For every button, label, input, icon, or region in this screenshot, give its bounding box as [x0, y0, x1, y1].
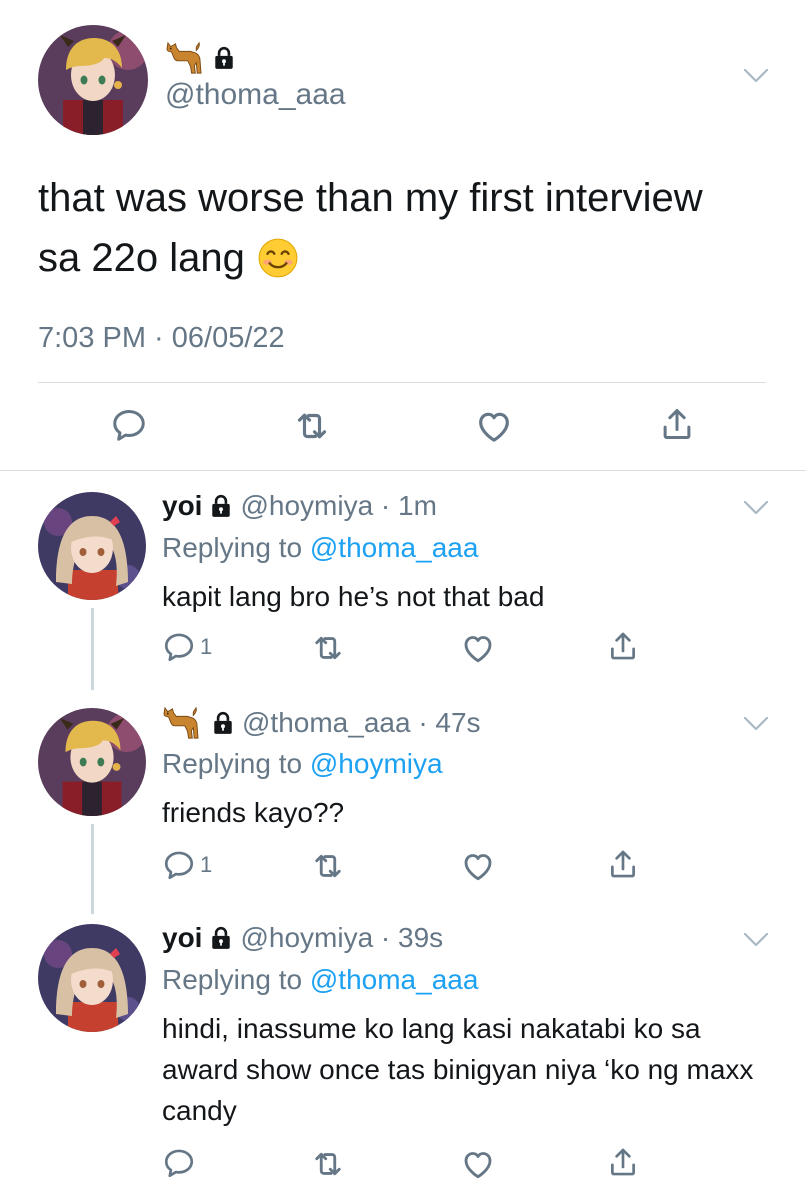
- replying-to-label: Replying to: [162, 964, 310, 995]
- dog-icon[interactable]: [162, 706, 200, 740]
- chevron-down-icon[interactable]: [743, 500, 769, 516]
- replying-to: Replying to @hoymiya: [162, 748, 443, 780]
- mention-link[interactable]: @hoymiya: [310, 748, 443, 779]
- reply-icon: [110, 406, 148, 444]
- reply-header: @thoma_aaa · 47s: [162, 706, 481, 740]
- retweet-icon: [310, 630, 346, 666]
- reply-button[interactable]: 1: [162, 848, 212, 882]
- retweet-icon: [292, 406, 332, 446]
- share-button[interactable]: [606, 846, 640, 882]
- avatar[interactable]: [38, 708, 146, 816]
- tweet-text-line: that was worse than my first interview: [38, 176, 703, 220]
- reply-header: yoi @hoymiya · 39s: [162, 922, 443, 954]
- retweet-button[interactable]: [292, 406, 332, 446]
- dog-icon: [165, 41, 203, 75]
- reply-tweet: yoi @hoymiya · 1m Replying to @thoma_aaa…: [0, 470, 806, 690]
- tweet-text: hindi, inassume ko lang kasi nakatabi ko…: [162, 1013, 754, 1126]
- retweet-button[interactable]: [310, 1146, 346, 1182]
- replying-to: Replying to @thoma_aaa: [162, 964, 478, 996]
- avatar-image: [38, 25, 148, 135]
- display-name[interactable]: yoi: [162, 922, 202, 954]
- reply-count: 1: [200, 634, 213, 659]
- like-button[interactable]: [460, 1146, 496, 1182]
- tweet-actions: [0, 400, 806, 454]
- share-icon: [606, 628, 640, 664]
- share-icon: [658, 404, 696, 444]
- like-button[interactable]: [474, 406, 514, 446]
- main-tweet: @thoma_aaa that was worse than my first …: [0, 0, 806, 470]
- replying-to-label: Replying to: [162, 748, 310, 779]
- chevron-down-icon[interactable]: [743, 68, 769, 84]
- smiling-face-icon: [257, 237, 299, 279]
- share-icon: [606, 846, 640, 882]
- avatar[interactable]: [38, 492, 146, 600]
- display-name[interactable]: yoi: [162, 490, 202, 522]
- reply-tweet: yoi @hoymiya · 39s Replying to @thoma_aa…: [0, 910, 806, 1200]
- reply-icon: [162, 1146, 196, 1180]
- lock-icon: [213, 46, 235, 70]
- divider: [38, 382, 766, 383]
- mention-link[interactable]: @thoma_aaa: [310, 532, 479, 563]
- share-button[interactable]: [658, 404, 696, 444]
- retweet-icon: [310, 1146, 346, 1182]
- share-icon: [606, 1144, 640, 1180]
- user-handle[interactable]: @thoma_aaa · 47s: [242, 707, 481, 739]
- tweet-text: friends kayo??: [162, 797, 345, 828]
- heart-icon: [474, 406, 514, 446]
- tweet-text: that was worse than my first interview s…: [38, 168, 778, 288]
- replying-to: Replying to @thoma_aaa: [162, 532, 478, 564]
- chevron-down-icon[interactable]: [743, 716, 769, 732]
- like-button[interactable]: [460, 848, 496, 884]
- lock-icon: [210, 494, 232, 518]
- reply-button[interactable]: [110, 406, 148, 444]
- tweet-text: kapit lang bro he’s not that bad: [162, 581, 545, 612]
- reply-header: yoi @hoymiya · 1m: [162, 490, 437, 522]
- lock-icon: [210, 926, 232, 950]
- reply-button[interactable]: 1: [162, 630, 212, 664]
- mention-link[interactable]: @thoma_aaa: [310, 964, 479, 995]
- thread-line: [91, 824, 94, 914]
- avatar-image: [38, 708, 146, 816]
- reply-icon: [162, 848, 196, 882]
- heart-icon: [460, 630, 496, 666]
- retweet-button[interactable]: [310, 848, 346, 884]
- user-handle[interactable]: @hoymiya · 39s: [240, 922, 443, 954]
- tweet-text-line: sa 22o lang: [38, 236, 245, 280]
- user-handle[interactable]: @hoymiya · 1m: [240, 490, 436, 522]
- replying-to-label: Replying to: [162, 532, 310, 563]
- reply-button[interactable]: [162, 1146, 196, 1180]
- avatar[interactable]: [38, 924, 146, 1032]
- like-button[interactable]: [460, 630, 496, 666]
- avatar-image: [38, 924, 146, 1032]
- user-handle[interactable]: @thoma_aaa: [165, 78, 346, 112]
- thread-line: [91, 608, 94, 690]
- reply-count: 1: [200, 852, 213, 877]
- heart-icon: [460, 848, 496, 884]
- lock-icon: [212, 711, 234, 735]
- avatar[interactable]: [38, 25, 148, 135]
- chevron-down-icon[interactable]: [743, 932, 769, 948]
- share-button[interactable]: [606, 628, 640, 664]
- reply-tweet: @thoma_aaa · 47s Replying to @hoymiya fr…: [0, 690, 806, 914]
- tweet-timestamp[interactable]: 7:03 PM · 06/05/22: [38, 322, 285, 355]
- retweet-icon: [310, 848, 346, 884]
- avatar-image: [38, 492, 146, 600]
- heart-icon: [460, 1146, 496, 1182]
- reply-icon: [162, 630, 196, 664]
- display-name[interactable]: [165, 40, 235, 76]
- retweet-button[interactable]: [310, 630, 346, 666]
- share-button[interactable]: [606, 1144, 640, 1180]
